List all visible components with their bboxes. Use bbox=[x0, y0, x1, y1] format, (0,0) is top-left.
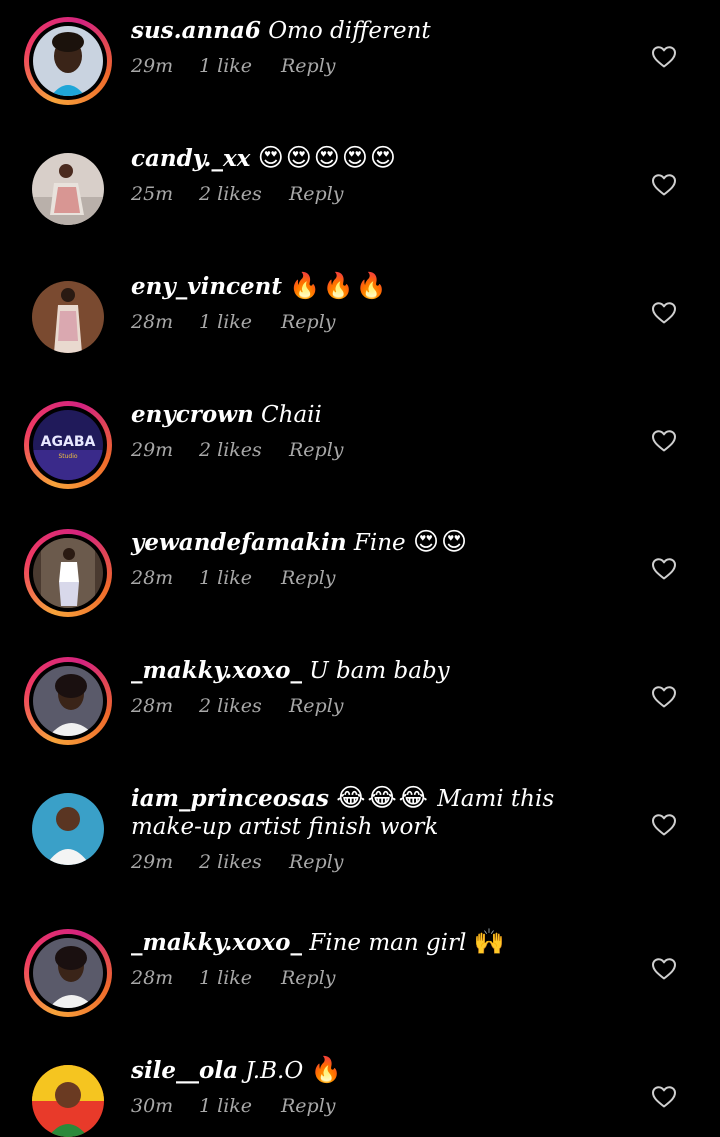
comment-username[interactable]: yewandefamakin bbox=[131, 529, 347, 556]
heart-icon[interactable] bbox=[651, 1085, 677, 1109]
comment-meta: 28m 1 like Reply bbox=[131, 311, 631, 335]
comment-meta: 29m 2 likes Reply bbox=[131, 439, 631, 463]
comment-meta: 28m 1 like Reply bbox=[131, 967, 631, 991]
comment-likes[interactable]: 2 likes bbox=[199, 439, 262, 461]
comment-text: J.B.O bbox=[245, 1058, 304, 1084]
comment-body: _makky.xoxo_ U bam baby 28m 2 likes Reply bbox=[131, 656, 631, 719]
comment-username[interactable]: _makky.xoxo_ bbox=[131, 929, 302, 956]
avatar[interactable]: AGABA Studio bbox=[24, 401, 112, 489]
comment-time: 29m bbox=[131, 439, 174, 461]
heart-icon[interactable] bbox=[651, 429, 677, 453]
comment-likes[interactable]: 1 like bbox=[199, 311, 252, 333]
comment-line: sile__ola J.B.O 🔥 bbox=[131, 1056, 631, 1085]
comment-line: sus.anna6 Omo different bbox=[131, 16, 631, 45]
comment-body: sus.anna6 Omo different 29m 1 like Reply bbox=[131, 16, 631, 79]
avatar[interactable] bbox=[24, 929, 112, 1017]
comment-username[interactable]: sile__ola bbox=[131, 1057, 238, 1084]
comment-time: 29m bbox=[131, 851, 174, 873]
avatar[interactable] bbox=[24, 785, 112, 873]
comment-meta: 28m 1 like Reply bbox=[131, 567, 631, 591]
comment-username[interactable]: eny_vincent bbox=[131, 273, 282, 300]
comment-emoji: 🙌 bbox=[473, 927, 507, 956]
comment-line: yewandefamakin Fine 😍😍 bbox=[131, 528, 631, 557]
comment-likes[interactable]: 2 likes bbox=[199, 851, 262, 873]
comment-text: Omo different bbox=[268, 18, 431, 44]
comment-body: candy._xx 😍😍😍😍😍 25m 2 likes Reply bbox=[131, 144, 631, 207]
comment-time: 25m bbox=[131, 183, 174, 205]
reply-button[interactable]: Reply bbox=[281, 55, 336, 77]
comment-body: _makky.xoxo_ Fine man girl 🙌 28m 1 like Rep… bbox=[131, 928, 631, 991]
comment-line: _makky.xoxo_ U bam baby bbox=[131, 656, 631, 685]
comment-line: candy._xx 😍😍😍😍😍 bbox=[131, 144, 631, 173]
comment-line: _makky.xoxo_ Fine man girl 🙌 bbox=[131, 928, 631, 957]
comment-meta: 25m 2 likes Reply bbox=[131, 183, 631, 207]
comment-emoji: 🔥 bbox=[310, 1055, 344, 1084]
reply-button[interactable]: Reply bbox=[289, 183, 344, 205]
reply-button[interactable]: Reply bbox=[289, 851, 344, 873]
comment-likes[interactable]: 2 likes bbox=[199, 183, 262, 205]
avatar[interactable] bbox=[24, 145, 112, 233]
avatar[interactable] bbox=[24, 529, 112, 617]
heart-icon[interactable] bbox=[651, 813, 677, 837]
comment-likes[interactable]: 1 like bbox=[199, 55, 252, 77]
comment-emoji: 😍😍😍😍😍 bbox=[257, 143, 398, 172]
comment-line: iam_princeosas 😂😂😂 Mami this make-up art… bbox=[131, 784, 631, 841]
comment-likes[interactable]: 1 like bbox=[199, 567, 252, 589]
heart-icon[interactable] bbox=[651, 173, 677, 197]
reply-button[interactable]: Reply bbox=[281, 1095, 336, 1117]
comment-body: yewandefamakin Fine 😍😍 28m 1 like Reply bbox=[131, 528, 631, 591]
comment-time: 28m bbox=[131, 567, 174, 589]
heart-icon[interactable] bbox=[651, 557, 677, 581]
avatar[interactable] bbox=[24, 657, 112, 745]
comment-time: 28m bbox=[131, 967, 174, 989]
comment-body: enycrown Chaii 29m 2 likes Reply bbox=[131, 400, 631, 463]
comments-list: sus.anna6 Omo different 29m 1 like Reply ca… bbox=[0, 0, 720, 1137]
comment-text: Fine man girl bbox=[309, 930, 467, 956]
comment-meta: 28m 2 likes Reply bbox=[131, 695, 631, 719]
comment-username[interactable]: iam_princeosas bbox=[131, 785, 329, 812]
comment-likes[interactable]: 1 like bbox=[199, 1095, 252, 1117]
comment-emoji: 😂😂😂 bbox=[336, 783, 430, 812]
heart-icon[interactable] bbox=[651, 301, 677, 325]
comment-likes[interactable]: 2 likes bbox=[199, 695, 262, 717]
comment-time: 28m bbox=[131, 311, 174, 333]
comment-likes[interactable]: 1 like bbox=[199, 967, 252, 989]
avatar[interactable] bbox=[24, 17, 112, 105]
comment-meta: 29m 2 likes Reply bbox=[131, 851, 631, 875]
reply-button[interactable]: Reply bbox=[281, 311, 336, 333]
comment-emoji: 🔥🔥🔥 bbox=[289, 271, 389, 300]
comment-body: iam_princeosas 😂😂😂 Mami this make-up art… bbox=[131, 784, 631, 875]
reply-button[interactable]: Reply bbox=[289, 695, 344, 717]
avatar[interactable] bbox=[24, 1057, 112, 1137]
comment-time: 28m bbox=[131, 695, 174, 717]
comment-meta: 29m 1 like Reply bbox=[131, 55, 631, 79]
comment-time: 30m bbox=[131, 1095, 174, 1117]
comment-text: U bam baby bbox=[309, 658, 450, 684]
comment-username[interactable]: sus.anna6 bbox=[131, 17, 261, 44]
reply-button[interactable]: Reply bbox=[281, 967, 336, 989]
comment-username[interactable]: _makky.xoxo_ bbox=[131, 657, 302, 684]
comment-emoji: 😍😍 bbox=[412, 527, 470, 556]
comment-line: enycrown Chaii bbox=[131, 400, 631, 429]
comment-text: Chaii bbox=[261, 402, 322, 428]
comment-meta: 30m 1 like Reply bbox=[131, 1095, 631, 1119]
comment-username[interactable]: candy._xx bbox=[131, 145, 250, 172]
comment-time: 29m bbox=[131, 55, 174, 77]
comment-line: eny_vincent 🔥🔥🔥 bbox=[131, 272, 631, 301]
reply-button[interactable]: Reply bbox=[289, 439, 344, 461]
svg-text:Studio: Studio bbox=[58, 453, 77, 460]
heart-icon[interactable] bbox=[651, 685, 677, 709]
comment-body: sile__ola J.B.O 🔥 30m 1 like Reply bbox=[131, 1056, 631, 1119]
avatar[interactable] bbox=[24, 273, 112, 361]
comment-username[interactable]: enycrown bbox=[131, 401, 254, 428]
comment-body: eny_vincent 🔥🔥🔥 28m 1 like Reply bbox=[131, 272, 631, 335]
svg-text:AGABA: AGABA bbox=[41, 434, 96, 450]
heart-icon[interactable] bbox=[651, 957, 677, 981]
comment-text: Fine bbox=[353, 530, 406, 556]
reply-button[interactable]: Reply bbox=[281, 567, 336, 589]
heart-icon[interactable] bbox=[651, 45, 677, 69]
